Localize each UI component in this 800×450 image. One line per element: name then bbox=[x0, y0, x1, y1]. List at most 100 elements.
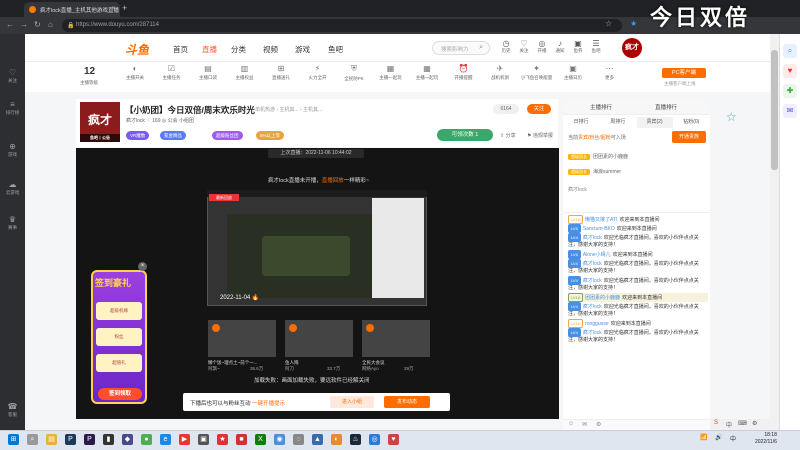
sign-in-reward[interactable]: 粉丝 bbox=[96, 328, 142, 346]
side-promo-badge[interactable]: ☆ bbox=[726, 110, 766, 142]
header-fish-ticket-button[interactable]: ▣ 鱼券 bbox=[570, 39, 586, 54]
collections-icon[interactable]: ♥ bbox=[783, 64, 797, 78]
chat-nickname[interactable]: 疯才lock bbox=[583, 261, 602, 267]
tool-item[interactable]: ☑ 主播任务 bbox=[155, 64, 189, 81]
header-fishbar-button[interactable]: ☰ 鱼吧 bbox=[588, 39, 604, 54]
settings-icon[interactable]: ⚙ bbox=[596, 421, 601, 428]
star-icon[interactable]: ☆ bbox=[605, 19, 612, 28]
streamer-badge[interactable]: 氪金精品 bbox=[160, 131, 186, 140]
search-input[interactable]: 搜索影响力 ⌕ bbox=[432, 41, 490, 55]
tool-item[interactable]: ✈ 战机机俱 bbox=[483, 64, 517, 81]
guard-row[interactable]: 超级团长 海浪summer bbox=[568, 168, 621, 175]
settings-icon[interactable]: ⚙ bbox=[752, 420, 757, 427]
open-guard-button[interactable]: 开通贵族 bbox=[672, 131, 706, 143]
chat-message[interactable]: LV4 疯才lock 欢迎光临疯才直播间，喜欢的小伙伴点点关注，感谢大家的支持！ bbox=[568, 233, 708, 249]
nav-item[interactable]: 首页 bbox=[173, 44, 188, 55]
recommend-thumbnail[interactable] bbox=[285, 320, 353, 357]
tool-item[interactable]: ▥ 主播权益 bbox=[228, 64, 262, 81]
chat-message[interactable]: LV4 疯才lock 欢迎光临疯才直播间，喜欢的小伙伴点点关注，感谢大家的支持！ bbox=[568, 328, 708, 344]
nav-item[interactable]: 分类 bbox=[231, 44, 246, 55]
close-tab-icon[interactable]: ✕ bbox=[111, 5, 116, 12]
address-bar[interactable]: 🔒 https://www.douyu.com/287114 bbox=[62, 19, 622, 32]
streamer-badge[interactable]: 超级粉丝团 bbox=[212, 131, 243, 140]
edge-icon[interactable]: e bbox=[160, 434, 171, 445]
post-update-button[interactable]: 发布动态 bbox=[384, 396, 430, 408]
game-icon[interactable]: ◆ bbox=[122, 434, 133, 445]
tool-item[interactable]: ⋯ 更多 bbox=[593, 64, 627, 81]
interaction-link[interactable]: 一键开播提示 bbox=[252, 401, 285, 407]
report-button[interactable]: ⚑ 违规举报 bbox=[527, 132, 553, 139]
rank-tab[interactable]: 日排行 bbox=[563, 117, 599, 128]
gift-claim-button[interactable]: 可领次数 1 bbox=[437, 129, 493, 141]
chat-message[interactable]: LV10 懒猫又接了ATI 欢迎来到本直播间 bbox=[568, 215, 708, 224]
app-icon[interactable]: ◐ bbox=[331, 434, 342, 445]
new-tab-icon[interactable]: + bbox=[122, 3, 127, 13]
chat-message[interactable]: LV5 Sanctum-BKO 欢迎来到本直播间 bbox=[568, 224, 708, 233]
rank-tab[interactable]: 周排行 bbox=[600, 117, 636, 128]
close-icon[interactable]: × bbox=[138, 262, 147, 271]
nav-item[interactable]: 鱼吧 bbox=[328, 44, 343, 55]
sidebar-item[interactable]: ≡ 排行榜 bbox=[0, 100, 25, 116]
tool-item[interactable]: ⚡ 火力全开 bbox=[301, 64, 335, 81]
sidebar-item[interactable]: ☁ 云游戏 bbox=[0, 180, 25, 196]
terminal-icon[interactable]: ▮ bbox=[103, 434, 114, 445]
photoshop-icon[interactable]: P bbox=[65, 434, 76, 445]
chat-nickname[interactable]: 疯才lock bbox=[583, 330, 602, 336]
chat-nickname[interactable]: 懒猫又接了ATI bbox=[585, 217, 617, 223]
streamer-badge[interactable]: VR魔数 bbox=[126, 131, 150, 140]
sidebar-item[interactable]: ♛ 赛事 bbox=[0, 215, 25, 231]
file-explorer-icon[interactable]: ▤ bbox=[46, 434, 57, 445]
xbox-icon[interactable]: X bbox=[255, 434, 266, 445]
tool-item[interactable]: ▣ 主播日历 bbox=[556, 64, 590, 81]
browser-tab[interactable]: 疯才lock直播_主机其他游戏直播 ✕ bbox=[24, 2, 120, 17]
extension-icon[interactable]: ★ bbox=[630, 19, 637, 28]
sidebar-item[interactable]: ♡ 关注 bbox=[0, 68, 25, 84]
app-icon[interactable]: ◌ bbox=[293, 434, 304, 445]
system-clock[interactable]: 18:18 2022/11/6 bbox=[755, 432, 777, 446]
app-icon[interactable]: ◉ bbox=[274, 434, 285, 445]
enter-group-button[interactable]: 进入小组 bbox=[330, 396, 374, 408]
chat-nickname[interactable]: Sanctum-BKO bbox=[583, 226, 615, 232]
recommend-thumbnail[interactable] bbox=[362, 320, 430, 357]
app-icon[interactable]: ◎ bbox=[369, 434, 380, 445]
tool-item[interactable]: ◐ 主播开关 bbox=[118, 64, 152, 81]
chat-nickname[interactable]: 疯才lock bbox=[583, 278, 602, 284]
recommend-thumbnail[interactable] bbox=[208, 320, 276, 357]
streamer-badge[interactable]: 5%以上等 bbox=[256, 131, 285, 140]
user-avatar[interactable]: 疯才 bbox=[622, 38, 642, 58]
chat-nickname[interactable]: Alone小晴儿 bbox=[583, 252, 611, 258]
app-icon[interactable]: ▲ bbox=[312, 434, 323, 445]
search-icon[interactable]: ⌕ bbox=[783, 44, 797, 58]
sign-in-button[interactable]: 签到领取 bbox=[98, 388, 142, 400]
app-icon[interactable]: ★ bbox=[217, 434, 228, 445]
rank-tab[interactable]: 钻粉(0) bbox=[673, 117, 709, 128]
sign-in-reward[interactable]: 超值礼 bbox=[96, 354, 142, 372]
volume-icon[interactable]: 🔊 bbox=[715, 434, 722, 441]
pc-client-button[interactable]: PC客户端 bbox=[662, 68, 706, 78]
keyboard-icon[interactable]: ⌨ bbox=[738, 420, 747, 427]
sidebar-item[interactable]: ☎ 客服 bbox=[0, 402, 25, 418]
chat-nickname[interactable]: 疯才lock bbox=[583, 304, 602, 310]
tool-item[interactable]: ▤ 主播口袋 bbox=[191, 64, 225, 81]
tool-item[interactable]: ▦ 主播一起玩 bbox=[410, 64, 444, 81]
chat-message[interactable]: LV6 Alone小晴儿 欢迎来到本直播间 bbox=[568, 250, 708, 259]
home-icon[interactable]: ⌂ bbox=[48, 20, 53, 29]
ime-lang-icon[interactable]: 中 bbox=[730, 434, 736, 443]
gift-icon[interactable]: ✉ bbox=[582, 421, 587, 428]
nav-item[interactable]: 直播 bbox=[202, 44, 217, 55]
douyu-logo[interactable]: 斗鱼 bbox=[125, 41, 149, 58]
tool-item[interactable]: ▦ 主播一起玩 bbox=[374, 64, 408, 81]
chat-message[interactable]: LV4 疯才lock 欢迎光临疯才直播间，喜欢的小伙伴点点关注，感谢大家的支持！ bbox=[568, 276, 708, 292]
header-history-button[interactable]: ◷ 历史 bbox=[498, 39, 514, 54]
refresh-icon[interactable]: ↻ bbox=[34, 20, 41, 29]
chat-nickname[interactable]: 团团素的小鹿鹿 bbox=[585, 295, 620, 301]
guard-row[interactable]: 超级团长 团团素的小鹿鹿 bbox=[568, 153, 628, 160]
rank-tab[interactable]: 贵宾(2) bbox=[636, 117, 673, 128]
ranking-tab[interactable]: 直播排行 bbox=[655, 103, 677, 111]
replay-link[interactable]: 直播回放 bbox=[322, 178, 344, 184]
app-icon[interactable]: ■ bbox=[236, 434, 247, 445]
chrome-icon[interactable]: ● bbox=[141, 434, 152, 445]
nav-item[interactable]: 视频 bbox=[263, 44, 278, 55]
header-broadcast-button[interactable]: ◎ 开播 bbox=[534, 39, 550, 54]
emoji-icon[interactable]: ☺ bbox=[568, 421, 574, 427]
